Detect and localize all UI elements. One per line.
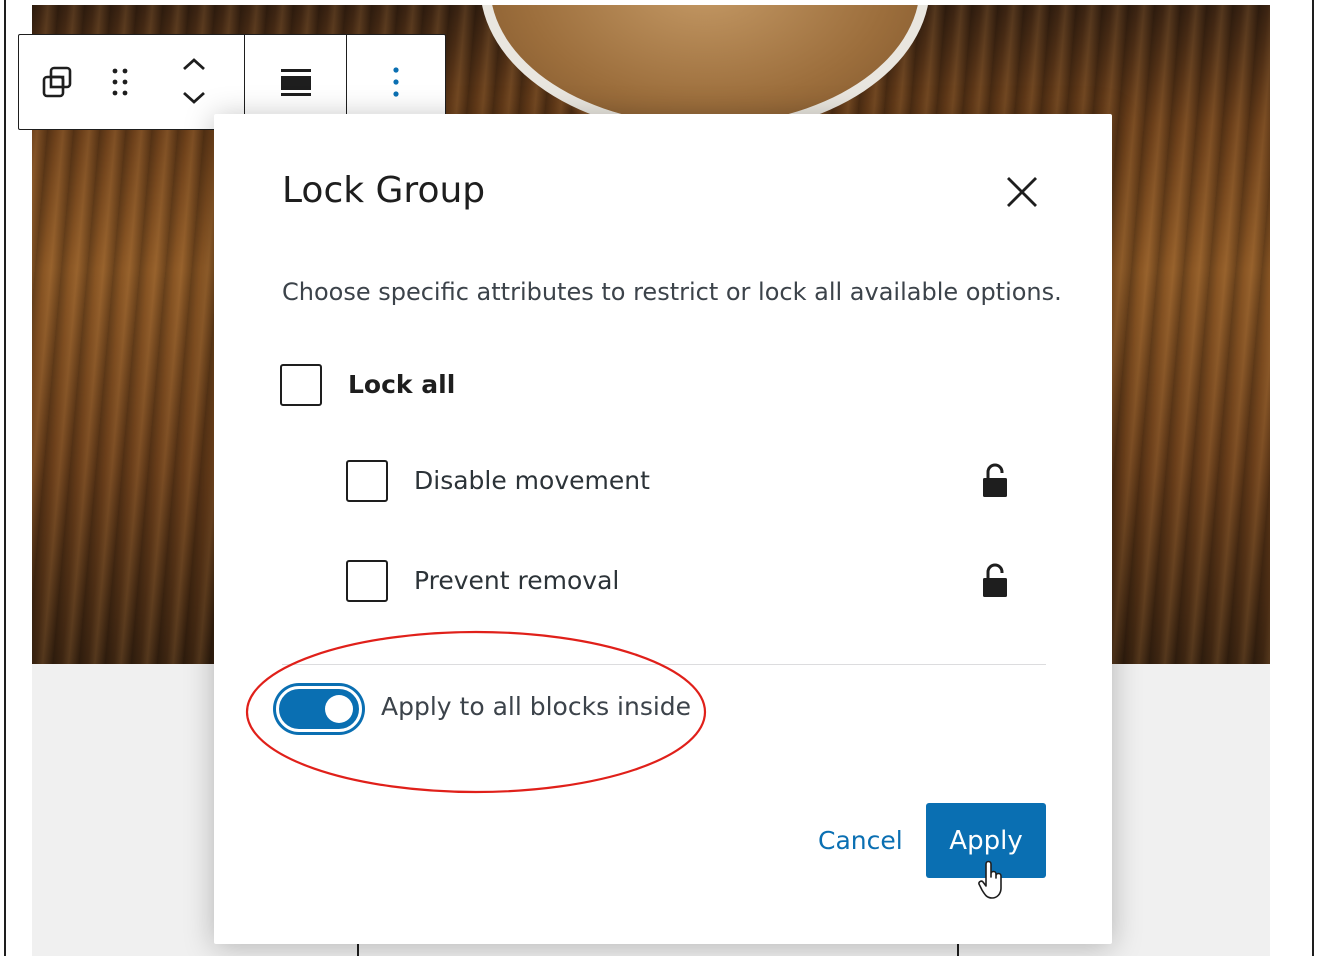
drag-handle-button[interactable] xyxy=(95,34,145,130)
prevent-removal-checkbox[interactable] xyxy=(346,560,388,602)
toolbar-group-block xyxy=(19,35,245,129)
drag-handle-icon xyxy=(112,68,128,96)
apply-to-all-label: Apply to all blocks inside xyxy=(381,692,692,721)
frame-left-line xyxy=(4,0,6,956)
cancel-button[interactable]: Cancel xyxy=(818,826,903,855)
align-icon xyxy=(280,69,311,96)
close-button[interactable] xyxy=(1004,174,1040,210)
prevent-removal-label: Prevent removal xyxy=(414,566,620,595)
more-options-icon xyxy=(393,67,399,97)
move-up-down-icon xyxy=(183,58,205,104)
disable-movement-checkbox[interactable] xyxy=(346,460,388,502)
lock-all-label: Lock all xyxy=(348,370,456,399)
duplicate-icon xyxy=(42,66,72,98)
lock-modal: Lock Group Choose specific attributes to… xyxy=(214,114,1112,944)
modal-divider xyxy=(282,664,1046,665)
close-icon xyxy=(1007,177,1037,207)
apply-to-all-toggle[interactable] xyxy=(276,686,362,732)
unlock-icon xyxy=(983,563,1007,597)
frame-top xyxy=(0,0,1318,5)
modal-title: Lock Group xyxy=(282,170,486,211)
frame-right-line xyxy=(1312,0,1314,956)
hand-cursor-icon xyxy=(978,860,1002,899)
apply-button-label: Apply xyxy=(949,825,1023,856)
duplicate-button[interactable] xyxy=(19,34,95,130)
lock-all-checkbox[interactable] xyxy=(280,364,322,406)
unlock-icon xyxy=(983,463,1007,497)
disable-movement-label: Disable movement xyxy=(414,466,650,495)
modal-description: Choose specific attributes to restrict o… xyxy=(282,278,1062,306)
toggle-knob xyxy=(325,695,353,723)
